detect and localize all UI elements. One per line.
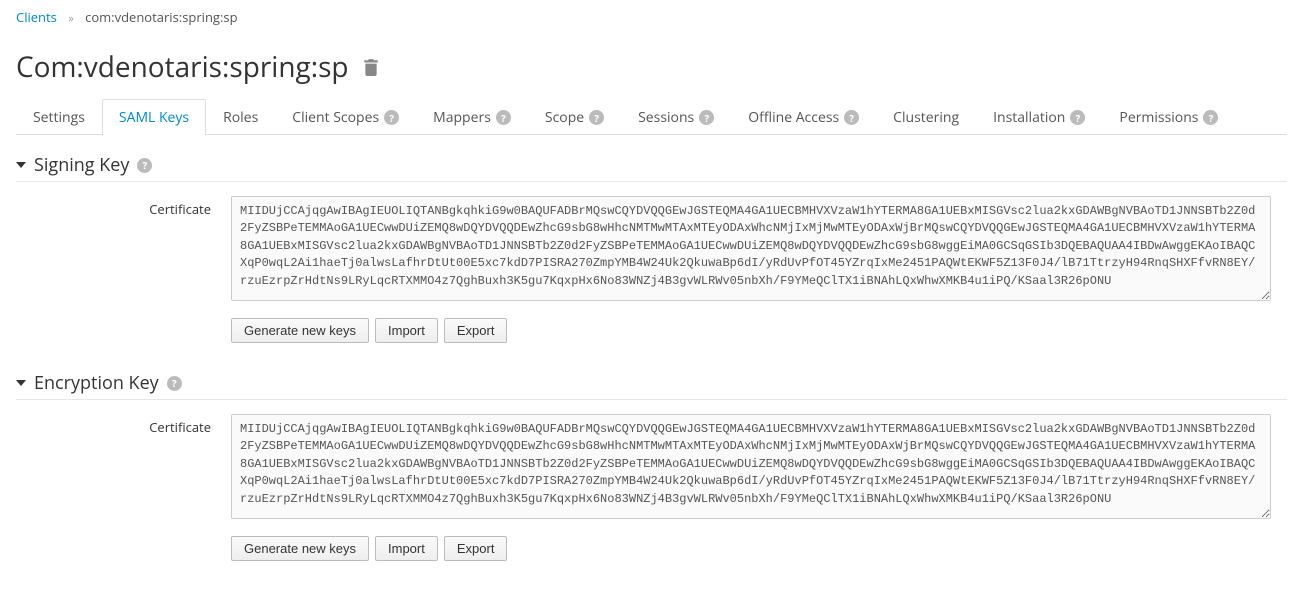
help-icon[interactable]: ?: [137, 158, 152, 173]
trash-icon[interactable]: [363, 58, 379, 76]
breadcrumb-separator-icon: »: [68, 11, 73, 26]
tab-permissions[interactable]: Permissions?: [1102, 99, 1235, 135]
generate-new-keys-button[interactable]: Generate new keys: [231, 536, 369, 561]
certificate-label: Certificate: [16, 414, 231, 436]
generate-new-keys-button[interactable]: Generate new keys: [231, 318, 369, 343]
help-icon[interactable]: ?: [699, 110, 714, 125]
tab-scope[interactable]: Scope?: [528, 99, 621, 135]
tab-mappers[interactable]: Mappers?: [416, 99, 528, 135]
help-icon[interactable]: ?: [384, 110, 399, 125]
tab-offline-access[interactable]: Offline Access?: [731, 99, 876, 135]
help-icon[interactable]: ?: [589, 110, 604, 125]
help-icon[interactable]: ?: [1203, 110, 1218, 125]
tab-installation[interactable]: Installation?: [976, 99, 1102, 135]
export-button[interactable]: Export: [444, 318, 508, 343]
section-title: Signing Key: [34, 153, 129, 177]
section-title: Encryption Key: [34, 371, 159, 395]
tabs: Settings SAML Keys Roles Client Scopes? …: [16, 98, 1287, 135]
certificate-label: Certificate: [16, 196, 231, 218]
import-button[interactable]: Import: [375, 318, 438, 343]
breadcrumb-clients-link[interactable]: Clients: [16, 8, 57, 26]
tab-saml-keys[interactable]: SAML Keys: [102, 99, 206, 135]
import-button[interactable]: Import: [375, 536, 438, 561]
section-header-signing-key[interactable]: Signing Key ?: [16, 153, 1287, 177]
help-icon[interactable]: ?: [844, 110, 859, 125]
export-button[interactable]: Export: [444, 536, 508, 561]
section-divider: [16, 181, 1287, 182]
section-header-encryption-key[interactable]: Encryption Key ?: [16, 371, 1287, 395]
tab-clustering[interactable]: Clustering: [876, 99, 976, 135]
chevron-down-icon: [16, 160, 26, 170]
page-title: Com:vdenotaris:spring:sp: [16, 48, 1287, 86]
breadcrumb-current: com:vdenotaris:spring:sp: [85, 8, 237, 26]
section-divider: [16, 399, 1287, 400]
page-title-text: Com:vdenotaris:spring:sp: [16, 48, 349, 86]
help-icon[interactable]: ?: [1070, 110, 1085, 125]
encryption-certificate-textarea[interactable]: [231, 414, 1271, 519]
tab-client-scopes[interactable]: Client Scopes?: [275, 99, 416, 135]
chevron-down-icon: [16, 378, 26, 388]
tab-roles[interactable]: Roles: [206, 99, 275, 135]
help-icon[interactable]: ?: [167, 376, 182, 391]
tab-sessions[interactable]: Sessions?: [621, 99, 731, 135]
signing-certificate-textarea[interactable]: [231, 196, 1271, 301]
breadcrumb: Clients » com:vdenotaris:spring:sp: [16, 0, 1287, 34]
help-icon[interactable]: ?: [496, 110, 511, 125]
tab-settings[interactable]: Settings: [16, 99, 102, 135]
